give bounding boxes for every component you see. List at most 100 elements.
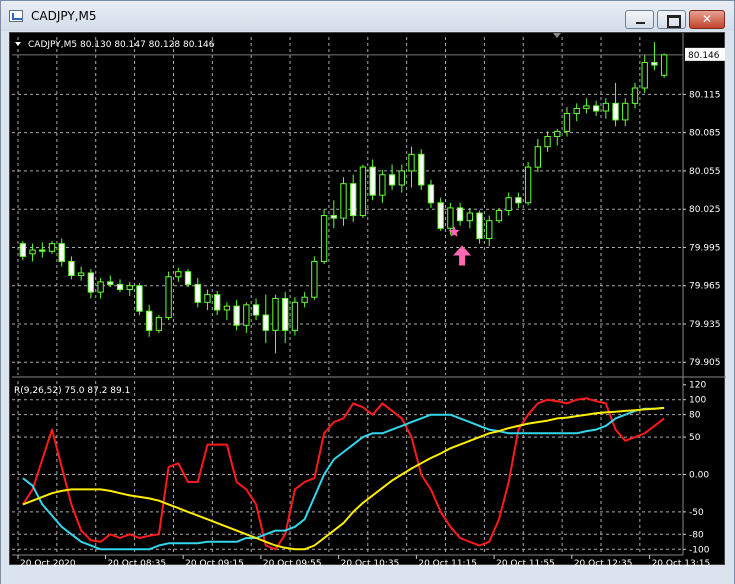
indicator-tick-label: -50 (689, 508, 704, 518)
indicator-tick-label: -80 (689, 530, 704, 540)
bear-candle-body (116, 283, 124, 291)
indicator-tick-label: 120 (689, 381, 706, 391)
candle (612, 82, 619, 127)
terminal-window: CADJPY,M5 ✕ 80.115 80.085 80.055 80.025 79.9… (0, 0, 735, 584)
bull-candle-body (340, 183, 347, 219)
candle (223, 302, 231, 321)
candle (563, 107, 571, 137)
candle (515, 192, 522, 208)
candle (379, 169, 386, 203)
indicator-tick-label: 80 (689, 411, 701, 421)
candle (476, 210, 483, 244)
candle (214, 290, 221, 316)
chart-window-icon (9, 10, 23, 22)
candle (388, 164, 396, 191)
bull-candle-body (243, 304, 250, 326)
candle (19, 241, 27, 261)
bull-candle-body (29, 249, 36, 255)
bear-candle-body (282, 297, 289, 331)
bull-candle-body (524, 166, 532, 204)
price-badge-label: 80.146 (688, 51, 720, 61)
time-tick-label: 20 Oct 08:35 (107, 559, 166, 566)
bull-candle-body (301, 296, 308, 303)
candle (408, 146, 415, 188)
bear-candle-body (330, 215, 337, 219)
close-button[interactable]: ✕ (689, 10, 725, 29)
bull-candle-body (398, 170, 405, 186)
time-tick-label: 20 Oct 2020 (20, 559, 76, 566)
candle (175, 267, 182, 282)
bull-candle-body (379, 174, 386, 196)
candle (48, 241, 56, 254)
bull-candle-body (660, 54, 668, 76)
bull-candle-body (223, 305, 231, 311)
candle (116, 279, 124, 293)
bull-candle-body (408, 153, 415, 172)
cyan-line (22, 406, 665, 551)
candle (369, 159, 376, 201)
chart-canvas[interactable]: 80.115 80.085 80.055 80.025 79.995 79.965 79.9… (10, 33, 726, 566)
price-tick-label: 79.965 (689, 282, 721, 292)
candle (29, 243, 36, 262)
time-tick-label: 20 Oct 11:55 (496, 559, 555, 566)
bull-candle-body (583, 105, 590, 109)
minimize-button[interactable] (625, 10, 654, 29)
yellow-line (22, 406, 665, 551)
candle (77, 266, 85, 281)
bear-candle-body (515, 197, 522, 204)
candle (641, 54, 648, 94)
maximize-button[interactable] (657, 10, 686, 29)
window-title: CADJPY,M5 (31, 9, 97, 23)
candle (544, 131, 551, 152)
candle (622, 98, 629, 127)
candle (554, 128, 561, 146)
price-tick-label: 79.905 (689, 358, 721, 368)
bear-candle-body (58, 243, 65, 262)
bull-candle-body (291, 301, 299, 331)
candle (272, 294, 279, 354)
price-tick-label: 80.025 (689, 205, 721, 215)
time-tick-label: 20 Oct 11:15 (418, 559, 477, 566)
candle (631, 82, 639, 109)
bear-candle-body (194, 283, 201, 303)
bear-candle-body (456, 207, 464, 222)
candle (155, 315, 163, 333)
candle (340, 177, 347, 226)
bull-candle-body (320, 215, 328, 262)
candle (165, 271, 172, 321)
bull-candle-body (602, 102, 610, 112)
up-arrow-marker (453, 245, 472, 266)
status-strip (1, 573, 734, 584)
bear-candle-body (252, 304, 260, 316)
candle (233, 299, 240, 331)
bull-candle-body (77, 272, 85, 277)
title-bar[interactable]: CADJPY,M5 ✕ (1, 1, 734, 31)
candle (583, 98, 590, 114)
price-chart (12, 42, 683, 354)
candle (291, 297, 299, 336)
bear-candle-body (592, 105, 600, 112)
chart-header: CADJPY,M5 80.130 80.147 80.128 80.146 (28, 40, 215, 50)
chart-area[interactable]: 80.115 80.085 80.055 80.025 79.995 79.965 79.9… (9, 32, 726, 566)
bear-candle-body (418, 153, 425, 186)
candle (136, 283, 143, 316)
bear-candle-body (107, 281, 114, 285)
bear-candle-body (651, 62, 658, 66)
minimize-icon (626, 11, 653, 28)
bull-candle-body (48, 243, 56, 252)
candle (651, 42, 658, 71)
candle (243, 302, 250, 333)
time-tick-label: 20 Oct 10:35 (341, 559, 400, 566)
bear-candle-body (184, 271, 192, 285)
bull-candle-body (97, 281, 104, 293)
bear-candle-body (262, 314, 269, 331)
bear-candle-body (39, 249, 46, 252)
candle (252, 298, 260, 321)
candle (39, 242, 46, 258)
bear-candle-body (350, 183, 357, 217)
candle (311, 256, 318, 300)
candle (58, 238, 65, 267)
bull-candle-body (175, 271, 182, 278)
bear-candle-body (19, 243, 27, 257)
maximize-icon (658, 11, 685, 28)
